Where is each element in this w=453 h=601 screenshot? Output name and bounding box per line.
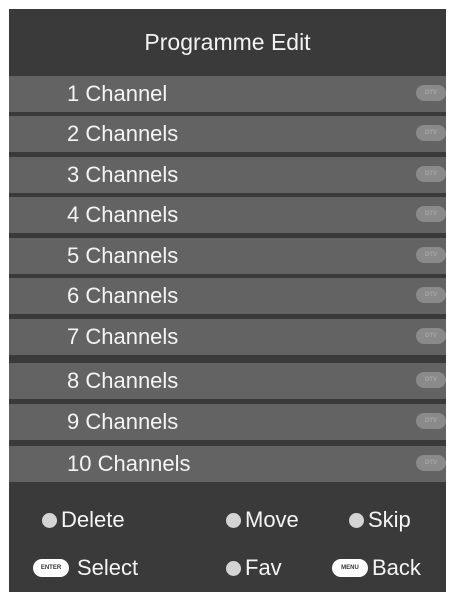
dtv-badge: DTV	[416, 372, 446, 388]
delete-label: Delete	[61, 507, 125, 532]
channel-label: 4 Channels	[67, 202, 179, 227]
channel-row[interactable]: 5 Channels DTV	[9, 238, 446, 274]
select-button[interactable]: ENTER Select	[33, 555, 138, 581]
move-button[interactable]: Move	[226, 507, 299, 533]
dtv-badge: DTV	[416, 328, 446, 344]
fav-label: Fav	[245, 555, 282, 580]
channel-label: 3 Channels	[67, 162, 179, 187]
skip-label: Skip	[368, 507, 411, 532]
dtv-badge: DTV	[416, 125, 446, 141]
channel-row[interactable]: 2 Channels DTV	[9, 116, 446, 152]
channel-label: 2 Channels	[67, 121, 179, 146]
channel-label: 10 Channels	[67, 451, 191, 476]
channel-label: 8 Channels	[67, 368, 179, 393]
back-label: Back	[372, 555, 421, 580]
move-label: Move	[245, 507, 299, 532]
dtv-badge: DTV	[416, 247, 446, 263]
dtv-badge: DTV	[416, 455, 446, 471]
dtv-badge: DTV	[416, 206, 446, 222]
yellow-key-dot-icon	[349, 512, 364, 528]
select-label: Select	[77, 555, 139, 580]
channel-label: 6 Channels	[67, 283, 179, 308]
enter-key-icon: ENTER	[33, 559, 69, 577]
menu-key-icon: MENU	[332, 559, 368, 577]
fav-button[interactable]: Fav	[226, 555, 282, 581]
delete-button[interactable]: Delete	[42, 507, 125, 533]
dtv-badge: DTV	[416, 85, 446, 101]
channel-row[interactable]: 8 Channels DTV	[9, 363, 446, 399]
channel-label: 5 Channels	[67, 243, 179, 268]
green-key-dot-icon	[226, 512, 241, 528]
channel-row[interactable]: 4 Channels DTV	[9, 197, 446, 233]
page-title: Programme Edit	[144, 28, 311, 55]
key-hint-bar: Delete Move Skip ENTER Select Fav MENU B…	[9, 503, 446, 592]
channel-row[interactable]: 3 Channels DTV	[9, 157, 446, 193]
channel-row[interactable]: 9 Channels DTV	[9, 404, 446, 440]
blue-key-dot-icon	[226, 560, 241, 576]
channel-label: 7 Channels	[67, 324, 179, 349]
channel-label: 1 Channel	[67, 81, 168, 106]
back-button[interactable]: MENU Back	[332, 555, 421, 581]
channel-row[interactable]: 1 Channel DTV	[9, 76, 446, 112]
red-key-dot-icon	[42, 512, 57, 528]
dtv-badge: DTV	[416, 287, 446, 303]
channel-label: 9 Channels	[67, 409, 179, 434]
channel-row[interactable]: 6 Channels DTV	[9, 278, 446, 314]
dtv-badge: DTV	[416, 166, 446, 182]
channel-row[interactable]: 7 Channels DTV	[9, 319, 446, 355]
dtv-badge: DTV	[416, 413, 446, 429]
skip-button[interactable]: Skip	[349, 507, 411, 533]
channel-list: 1 Channel DTV 2 Channels DTV 3 Channels …	[9, 76, 446, 501]
channel-row[interactable]: 10 Channels DTV	[9, 446, 446, 482]
programme-edit-panel: Programme Edit 1 Channel DTV 2 Channels …	[9, 9, 446, 592]
